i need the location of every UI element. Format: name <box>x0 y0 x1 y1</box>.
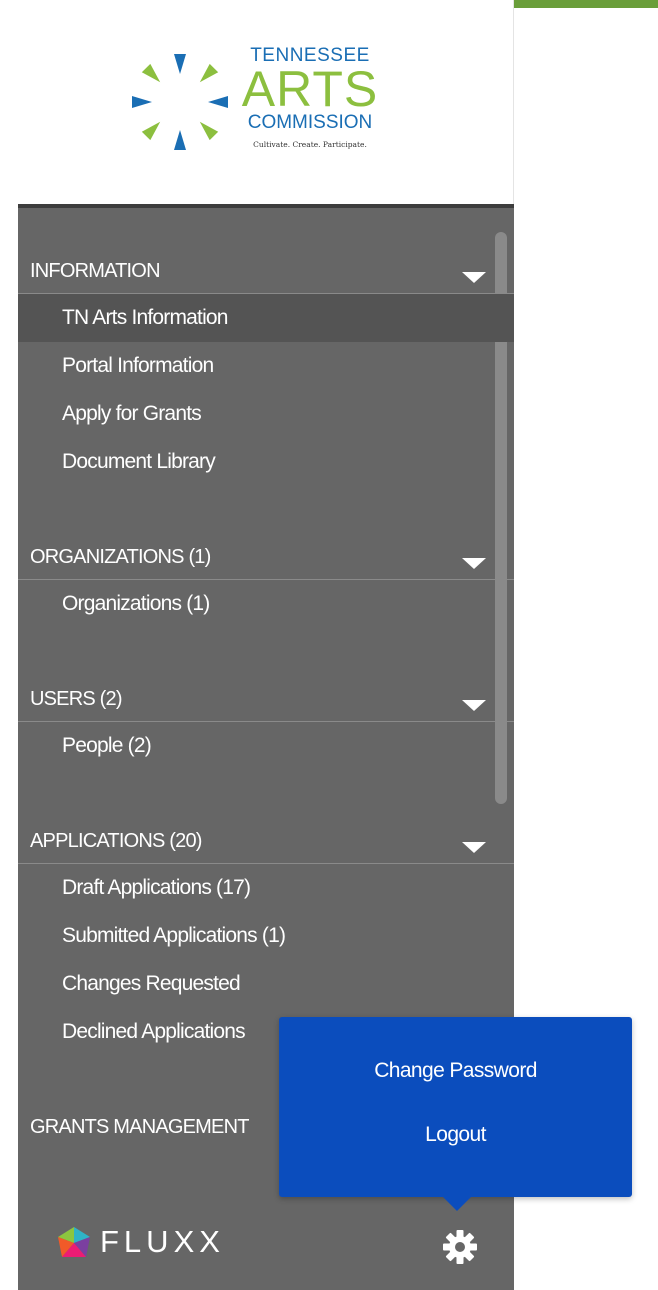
logo-line-arts: ARTS <box>241 61 379 117</box>
sidebar-item-draft-applications[interactable]: Draft Applications (17) <box>18 864 514 912</box>
section-information: INFORMATION TN Arts Information Portal I… <box>18 248 514 486</box>
settings-popup-menu: Change Password Logout <box>279 1017 632 1211</box>
sidebar-item-people[interactable]: People (2) <box>18 722 514 770</box>
sidebar-footer: FLUXX <box>18 1207 514 1290</box>
caret-down-icon[interactable] <box>462 842 486 853</box>
section-header-applications[interactable]: APPLICATIONS (20) <box>18 818 514 864</box>
logo-wordmark: TENNESSEE ARTS COMMISSION Cultivate. Cre… <box>235 46 385 152</box>
section-title: APPLICATIONS (20) <box>30 830 202 852</box>
logout-link[interactable]: Logout <box>279 1123 632 1147</box>
gear-icon[interactable] <box>442 1229 478 1265</box>
section-title: GRANTS MANAGEMENT <box>30 1116 249 1138</box>
logo-tagline: Cultivate. Create. Participate. <box>253 140 367 149</box>
logo-line-commission: COMMISSION <box>247 112 373 133</box>
sidebar-item-tn-arts-information[interactable]: TN Arts Information <box>18 294 514 342</box>
caret-down-icon[interactable] <box>462 558 486 569</box>
sidebar-item-submitted-applications[interactable]: Submitted Applications (1) <box>18 912 514 960</box>
section-header-information[interactable]: INFORMATION <box>18 248 514 294</box>
section-title: USERS (2) <box>30 688 123 710</box>
sidebar-item-organizations[interactable]: Organizations (1) <box>18 580 514 628</box>
sidebar-item-document-library[interactable]: Document Library <box>18 438 514 486</box>
caret-down-icon[interactable] <box>462 272 486 283</box>
logo-panel: TENNESSEE ARTS COMMISSION Cultivate. Cre… <box>0 0 514 204</box>
section-title: INFORMATION <box>30 260 161 282</box>
change-password-link[interactable]: Change Password <box>279 1059 632 1083</box>
section-header-users[interactable]: USERS (2) <box>18 676 514 722</box>
section-header-organizations[interactable]: ORGANIZATIONS (1) <box>18 534 514 580</box>
sidebar-item-changes-requested[interactable]: Changes Requested <box>18 960 514 1008</box>
sidebar-item-portal-information[interactable]: Portal Information <box>18 342 514 390</box>
sidebar-item-apply-for-grants[interactable]: Apply for Grants <box>18 390 514 438</box>
fluxx-wordmark: FLUXX <box>100 1224 225 1259</box>
fluxx-logo-icon <box>58 1227 90 1257</box>
caret-down-icon[interactable] <box>462 700 486 711</box>
section-title: ORGANIZATIONS (1) <box>30 546 211 568</box>
section-users: USERS (2) People (2) <box>18 676 514 770</box>
section-organizations: ORGANIZATIONS (1) Organizations (1) <box>18 534 514 628</box>
